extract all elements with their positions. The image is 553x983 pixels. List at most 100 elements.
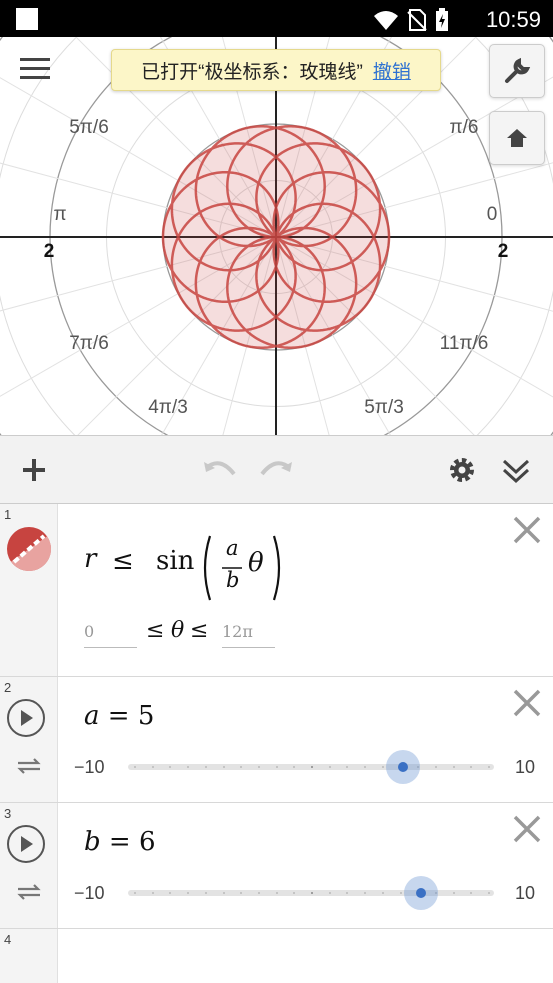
clock: 10:59 (485, 7, 541, 32)
slider-tick (399, 892, 402, 894)
axis-label-right: 2 (498, 241, 509, 262)
slider-tick (381, 766, 384, 768)
slider-tick (346, 766, 349, 768)
slider-thumb[interactable] (403, 876, 438, 910)
var-name: b (84, 827, 101, 857)
slider-track[interactable] (128, 876, 494, 910)
domain-max-input[interactable]: 12π (222, 622, 275, 648)
toast-notification: 已打开“极坐标系：玫瑰线” 撤销 (111, 49, 441, 91)
slider-tick (488, 766, 490, 768)
double-chevron-down-icon (502, 459, 530, 484)
slider-tick (328, 892, 331, 894)
angle-label-pi6: π/6 (450, 117, 479, 138)
add-expression-button[interactable] (16, 452, 52, 488)
var-value: 5 (137, 701, 155, 731)
angle-label-4pi3: 4π/3 (148, 397, 188, 418)
slider-tick (470, 766, 473, 768)
slider-tick (434, 766, 437, 768)
var-b: b (226, 568, 240, 592)
undo-link[interactable]: 撤销 (373, 57, 411, 84)
angle-label-7pi6: 7π/6 (69, 333, 109, 354)
slider-tick (187, 892, 190, 894)
slider-tick (257, 766, 260, 768)
domain-theta: θ (171, 618, 185, 643)
settings-button[interactable] (444, 452, 480, 488)
loop-icon[interactable] (16, 881, 42, 903)
slider-tick (364, 766, 367, 768)
angle-label-pi: π (53, 204, 66, 225)
expression-index: 2 (4, 680, 12, 695)
angle-label-0: 0 (487, 204, 498, 225)
redo-button[interactable] (258, 452, 294, 488)
slider-tick (470, 892, 473, 894)
slider-max-label: 10 (515, 883, 536, 903)
slider-expression-row[interactable]: 2 a = 5 −10 10 (0, 677, 553, 803)
graph-paper[interactable]: 5π/6 π/6 π 0 7π/6 11π/6 4π/3 5π/3 2 2 (0, 37, 553, 435)
slider-tick (488, 892, 490, 894)
home-zoom-button[interactable] (489, 111, 545, 165)
slider-tick (257, 892, 260, 894)
expression-index: 1 (4, 507, 12, 522)
slider-tick (222, 766, 225, 768)
home-icon (507, 129, 527, 147)
slider-tick (293, 892, 296, 894)
le-symbol: ≤ (112, 546, 134, 576)
expression-index: 4 (4, 932, 12, 947)
slider-tick (240, 766, 243, 768)
slider-tick (151, 892, 154, 894)
slider-tick (311, 892, 313, 894)
domain-min-input[interactable]: 0 (84, 622, 137, 648)
loop-icon[interactable] (16, 755, 42, 777)
var-theta: θ (248, 548, 264, 578)
equals-sign: = (107, 701, 130, 731)
slider-track[interactable] (128, 750, 494, 784)
slider-tick (169, 766, 172, 768)
delete-expression-icon[interactable] (511, 514, 543, 546)
slider-tick (275, 892, 278, 894)
equals-sign: = (108, 827, 131, 857)
expression-row[interactable]: 1 r ≤ sin a b θ 0 ≤ θ ≤ 12π (0, 504, 553, 677)
color-toggle-icon[interactable] (6, 526, 52, 572)
var-r: r (84, 544, 97, 574)
slider-expression-row[interactable]: 3 b = 6 −10 10 (0, 803, 553, 929)
play-slider-button[interactable] (7, 825, 45, 863)
slider-tick (381, 892, 384, 894)
var-a: a (226, 536, 239, 560)
expression-index: 3 (4, 806, 12, 821)
play-icon (21, 710, 33, 726)
angle-label-5pi3: 5π/3 (364, 397, 404, 418)
gear-icon (450, 458, 474, 482)
battery-charging-icon (436, 8, 448, 31)
var-value: 6 (138, 827, 156, 857)
slider-tick (204, 892, 207, 894)
delete-expression-icon[interactable] (511, 813, 543, 845)
no-sim-icon (407, 9, 427, 31)
slider-tick (452, 766, 455, 768)
slider-tick (151, 766, 154, 768)
play-slider-button[interactable] (7, 699, 45, 737)
slider-tick (364, 892, 367, 894)
slider-tick (222, 892, 225, 894)
play-icon (21, 836, 33, 852)
collapse-list-button[interactable] (498, 452, 534, 488)
wrench-icon (505, 57, 531, 83)
slider-tick (328, 766, 331, 768)
status-bar: 10:59 (0, 0, 553, 37)
empty-expression-row[interactable]: 4 (0, 929, 553, 983)
rose-curve[interactable] (161, 125, 391, 349)
delete-expression-icon[interactable] (511, 687, 543, 719)
axis-label-left: 2 (44, 241, 55, 262)
slider-min-label: −10 (74, 883, 105, 903)
slider-max-label: 10 (515, 757, 536, 777)
menu-button[interactable] (20, 58, 50, 84)
slider-tick (275, 766, 278, 768)
redo-icon (260, 461, 292, 476)
slider-tick (240, 892, 243, 894)
undo-icon (204, 461, 236, 476)
slider-thumb[interactable] (385, 750, 420, 784)
notification-icon (16, 8, 38, 30)
graph-settings-button[interactable] (489, 44, 545, 98)
expression-toolbar (0, 435, 553, 504)
undo-button[interactable] (202, 452, 238, 488)
angle-label-5pi6: 5π/6 (69, 117, 109, 138)
